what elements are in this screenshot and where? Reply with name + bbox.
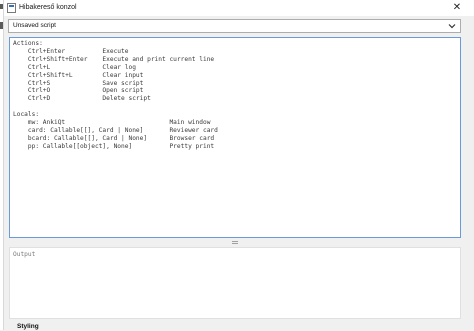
close-button[interactable]: ✕ [450, 1, 464, 15]
script-editor[interactable]: Actions: Ctrl+Enter Execute Ctrl+Shift+E… [9, 37, 461, 238]
edge-mark [0, 4, 3, 9]
edge-mark [0, 22, 3, 29]
splitter-handle[interactable] [9, 238, 461, 246]
script-editor-content: Actions: Ctrl+Enter Execute Ctrl+Shift+E… [13, 40, 218, 150]
background-window-edge [0, 0, 4, 330]
script-select[interactable]: Unsaved script [8, 19, 461, 33]
chevron-down-icon [448, 24, 456, 29]
debug-console-window: Hibakereső konzol ✕ Unsaved script Actio… [0, 0, 474, 330]
title-bar[interactable]: Hibakereső konzol ✕ [4, 0, 474, 16]
splitter-grip-icon [232, 241, 238, 244]
window-title: Hibakereső konzol [19, 4, 77, 11]
output-log[interactable]: Output [9, 247, 461, 319]
script-select-value: Unsaved script [13, 22, 56, 29]
app-icon [7, 3, 16, 13]
close-icon: ✕ [452, 2, 462, 13]
output-placeholder: Output [13, 251, 36, 258]
